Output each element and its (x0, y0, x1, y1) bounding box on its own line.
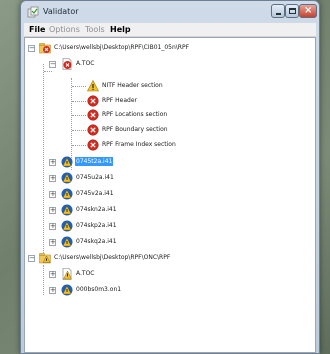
maximize-button[interactable] (285, 4, 299, 18)
window-title: Validator (43, 7, 79, 16)
expand-toggle[interactable]: + (49, 207, 56, 214)
tree-connector (44, 71, 52, 72)
tree-node-label: A.TOC (76, 270, 95, 277)
menu-bar: File Options Tools Help (24, 23, 316, 37)
tree-node-label: NITF Header section (102, 82, 163, 89)
tree-node-root2[interactable]: − C:\Users\wellsbj\Desktop\RPF\ONC\RPF (27, 252, 277, 264)
tree-node-file[interactable]: + 0745u2a.i41 (43, 172, 153, 184)
file-warning-icon (61, 172, 73, 184)
tree-view[interactable]: − C:\Users\wellsbj\Desktop\RPF\CIB01_05n… (24, 37, 316, 353)
tree-connector (72, 86, 86, 87)
error-icon (87, 139, 99, 151)
maximize-icon (289, 8, 296, 14)
tree-connector (72, 130, 86, 131)
tree-node-file[interactable]: + 0745v2a.i41 (43, 188, 153, 200)
tree-node-rpf-header[interactable]: RPF Header (87, 95, 217, 107)
tree-node-file[interactable]: + 0745t2a.i41 (43, 156, 153, 168)
error-icon (87, 124, 99, 136)
document-error-icon (62, 58, 72, 70)
minimize-icon (276, 13, 281, 15)
expand-toggle[interactable]: + (49, 175, 56, 182)
tree-node-file[interactable]: + 074skq2a.i41 (43, 236, 153, 248)
tree-node-file[interactable]: + 074skn2a.i41 (43, 204, 153, 216)
tree-connector (72, 101, 86, 102)
app-icon (27, 6, 39, 18)
tree-node-root1[interactable]: − C:\Users\wellsbj\Desktop\RPF\CIB01_05n… (27, 42, 277, 54)
collapse-toggle[interactable]: − (28, 255, 35, 262)
tree-node-file[interactable]: + 000bs0m3.on1 (43, 284, 153, 296)
tree-node-rpf-boundary[interactable]: RPF Boundary section (87, 124, 217, 136)
tree-node-label: RPF Boundary section (102, 126, 168, 133)
file-warning-icon (61, 188, 73, 200)
menu-tools[interactable]: Tools (82, 24, 108, 36)
tree-node-toc[interactable]: − A.TOC (43, 58, 163, 70)
tree-connector (72, 145, 86, 146)
tree-connector (72, 115, 86, 116)
expand-toggle[interactable]: + (49, 191, 56, 198)
tree-node-label: 074skp2a.i41 (76, 222, 117, 229)
tree-node-label: RPF Header (102, 97, 137, 104)
menu-options[interactable]: Options (46, 24, 83, 36)
file-warning-icon (61, 220, 73, 232)
expand-toggle[interactable]: + (49, 223, 56, 230)
tree-node-rpf-locations[interactable]: RPF Locations section (87, 109, 217, 121)
close-button[interactable]: × (299, 4, 317, 18)
tree-node-label: C:\Users\wellsbj\Desktop\RPF\CIB01_05n\R… (54, 44, 190, 51)
error-icon (87, 95, 99, 107)
file-warning-icon (61, 236, 73, 248)
file-warning-icon (61, 156, 73, 168)
folder-error-icon (39, 43, 51, 54)
file-warning-icon (61, 204, 73, 216)
expand-toggle[interactable]: + (49, 287, 56, 294)
file-warning-icon (61, 284, 73, 296)
folder-warning-icon (39, 253, 51, 264)
tree-node-toc[interactable]: + A.TOC (43, 268, 153, 280)
tree-node-label: 0745t2a.i41 (75, 157, 114, 166)
warning-icon (87, 80, 99, 92)
tree-node-label: 0745u2a.i41 (76, 174, 114, 181)
tree-node-label: C:\Users\wellsbj\Desktop\RPF\ONC\RPF (54, 254, 171, 261)
close-icon: × (304, 5, 313, 16)
error-icon (87, 109, 99, 121)
tree-node-label: RPF Locations section (102, 111, 168, 118)
collapse-toggle[interactable]: − (49, 61, 56, 68)
menu-help[interactable]: Help (107, 24, 134, 36)
expand-toggle[interactable]: + (49, 159, 56, 166)
title-bar[interactable]: Validator × (21, 1, 319, 23)
tree-node-label: RPF Frame Index section (102, 141, 176, 148)
validator-window: Validator × File Options Tools Help − C:… (20, 0, 320, 354)
collapse-toggle[interactable]: − (28, 45, 35, 52)
tree-node-label: 074skq2a.i41 (76, 238, 117, 245)
minimize-button[interactable] (271, 4, 285, 18)
tree-node-rpf-frame-index[interactable]: RPF Frame Index section (87, 139, 227, 151)
tree-node-file[interactable]: + 074skp2a.i41 (43, 220, 153, 232)
document-warning-icon (62, 268, 72, 280)
expand-toggle[interactable]: + (49, 239, 56, 246)
tree-node-label: 074skn2a.i41 (76, 206, 117, 213)
tree-node-nitf-header[interactable]: NITF Header section (87, 80, 217, 92)
expand-toggle[interactable]: + (49, 271, 56, 278)
tree-node-label: A.TOC (76, 60, 95, 67)
tree-node-label: 0745v2a.i41 (76, 190, 114, 197)
tree-node-label: 000bs0m3.on1 (76, 286, 122, 293)
